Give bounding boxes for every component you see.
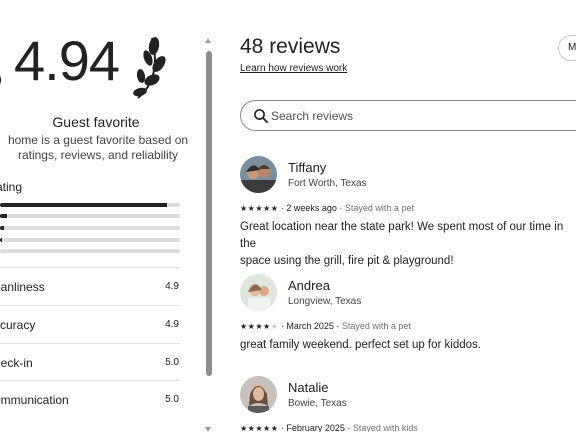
category-name: ccuracy: [0, 318, 36, 332]
star-rating-icon: ★★★★★: [240, 322, 279, 331]
rating-bar-2-star: [0, 238, 180, 242]
reviewer-avatar[interactable]: [240, 376, 277, 413]
review-meta: ★★★★★ · March 2025 · Stayed with a pet: [240, 321, 411, 331]
sort-button[interactable]: M: [558, 35, 576, 61]
guest-favorite-title: Guest favorite: [52, 114, 140, 130]
search-icon: [254, 109, 268, 123]
review-meta: ★★★★★ · February 2025 · Stayed with kids: [240, 423, 418, 432]
reviewer-name: Natalie: [288, 380, 329, 395]
scrollbar-thumb[interactable]: [206, 51, 212, 376]
category-name: ommunication: [0, 393, 69, 407]
reviewer-avatar[interactable]: [240, 274, 277, 311]
reviewer-name: Tiffany: [288, 160, 327, 175]
reviewer-location: Longview, Texas: [288, 296, 362, 307]
rating-bar-fill: [0, 226, 4, 230]
review-meta: ★★★★★ · 2 weeks ago · Stayed with a pet: [240, 203, 414, 213]
category-score: 4.9: [165, 281, 179, 292]
search-reviews-input[interactable]: [271, 106, 571, 126]
category-score: 4.9: [165, 319, 179, 330]
rating-bar-1-star: [0, 249, 180, 253]
reviewer-avatar[interactable]: [240, 156, 277, 193]
star-rating-icon: ★★★★★: [240, 424, 279, 432]
category-score: 5.0: [165, 394, 179, 405]
category-name: neck-in: [0, 356, 33, 370]
review-text: great family weekend. perfect set up for…: [240, 339, 481, 351]
rating-bar-fill: [0, 214, 8, 218]
guest-favorite-description: home is a guest favorite based on rating…: [7, 133, 189, 162]
category-score: 5.0: [165, 357, 179, 368]
laurel-right-icon: [133, 37, 166, 99]
category-rating-row: neck-in 5.0: [0, 343, 180, 381]
scroll-up-arrow[interactable]: [205, 38, 211, 43]
star-rating-icon: ★★★★★: [240, 204, 279, 213]
laurel-left-icon: [0, 75, 1, 85]
overall-rating-label: ating: [0, 180, 23, 194]
search-reviews-box[interactable]: [240, 100, 576, 131]
stay-type: Stayed with kids: [352, 423, 418, 432]
category-name: eanliness: [0, 280, 45, 294]
stay-type: Stayed with a pet: [344, 203, 414, 213]
reviewer-name: Andrea: [288, 278, 330, 293]
category-rating-row: ommunication 5.0: [0, 380, 180, 418]
reviews-count-title: 48 reviews: [240, 35, 341, 58]
overall-rating-value: 4.94: [14, 29, 120, 92]
reviewer-location: Bowie, Texas: [288, 398, 347, 409]
reviewer-location: Fort Worth, Texas: [288, 178, 367, 189]
review-date: 2 weeks ago: [286, 203, 337, 213]
rating-summary-panel: 4.94 Guest favorite home is a guest favo…: [0, 0, 200, 432]
review-text: Great location near the state park! We s…: [240, 221, 564, 267]
category-rating-row: ccuracy 4.9: [0, 305, 180, 343]
rating-bar-fill: [0, 203, 168, 207]
rating-bar-4-star: [0, 214, 180, 218]
review-date: February 2025: [286, 423, 345, 432]
rating-bar-5-star: [0, 203, 180, 207]
scroll-down-arrow[interactable]: [205, 427, 211, 432]
stay-type: Stayed with a pet: [341, 321, 411, 331]
learn-how-reviews-work-link[interactable]: Learn how reviews work: [240, 63, 347, 74]
review-date: March 2025: [286, 321, 334, 331]
category-rating-row: eanliness 4.9: [0, 267, 180, 305]
rating-bar-3-star: [0, 226, 180, 230]
rating-bar-fill: [0, 238, 2, 242]
